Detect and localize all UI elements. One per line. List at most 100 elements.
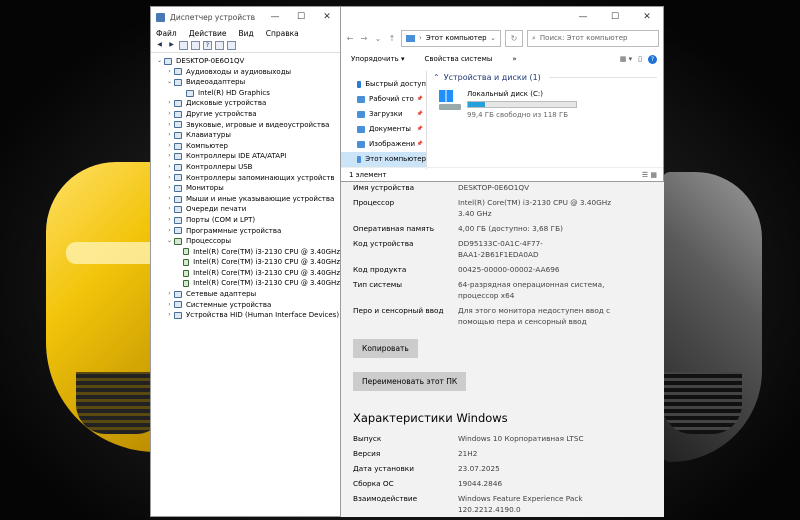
tree-node[interactable]: › Мониторы: [155, 183, 340, 194]
chevron-right-icon[interactable]: ›: [165, 226, 174, 237]
view-options-icon[interactable]: ▦ ▾: [620, 55, 632, 64]
chevron-right-icon[interactable]: ›: [165, 215, 174, 226]
details-icon[interactable]: [215, 41, 224, 50]
copy-button[interactable]: Копировать: [353, 339, 418, 358]
menu-action[interactable]: Действие: [189, 29, 227, 38]
chevron-right-icon[interactable]: ›: [165, 289, 174, 300]
spec-value: 21H2: [458, 449, 478, 458]
tree-node[interactable]: › Дисковые устройства: [155, 98, 340, 109]
chevron-down-icon[interactable]: ⌄: [155, 56, 164, 67]
devices-group-header[interactable]: ⌃ Устройства и диски (1): [433, 73, 657, 82]
search-input[interactable]: ⌕ Поиск: Этот компьютер: [527, 29, 659, 47]
refresh-icon[interactable]: ↻: [505, 29, 523, 47]
chevron-right-icon[interactable]: ›: [165, 173, 174, 184]
other-device-icon: [174, 110, 182, 118]
tree-node[interactable]: › Сетевые адаптеры: [155, 289, 340, 300]
chevron-right-icon[interactable]: ›: [165, 98, 174, 109]
tree-node[interactable]: Intel(R) HD Graphics: [155, 88, 340, 99]
help-icon[interactable]: ?: [203, 41, 212, 50]
chevron-down-icon[interactable]: ⌄: [490, 34, 496, 42]
chevron-right-icon[interactable]: ›: [165, 300, 174, 311]
tree-node[interactable]: ⌄ DESKTOP-0E6O1QV: [155, 56, 340, 67]
minimize-button[interactable]: —: [567, 12, 599, 22]
tree-node-label: Программные устройства: [186, 226, 282, 235]
tree-node[interactable]: › Компьютер: [155, 141, 340, 152]
close-button[interactable]: ✕: [631, 12, 663, 22]
maximize-button[interactable]: ☐: [599, 12, 631, 22]
tree-node[interactable]: › Контроллеры USB: [155, 162, 340, 173]
preview-pane-icon[interactable]: ▯: [638, 55, 642, 64]
chevron-right-icon[interactable]: ›: [165, 310, 174, 321]
forward-arrow-icon[interactable]: ▶: [167, 41, 176, 50]
tree-node[interactable]: › Порты (COM и LPT): [155, 215, 340, 226]
chevron-right-icon[interactable]: ›: [165, 67, 174, 78]
folder-icon: [357, 141, 365, 148]
monitor-scan-icon[interactable]: [227, 41, 236, 50]
chevron-right-icon[interactable]: ›: [165, 183, 174, 194]
tree-node[interactable]: › Аудиовходы и аудиовыходы: [155, 67, 340, 78]
back-arrow-icon[interactable]: ◀: [155, 41, 164, 50]
forward-arrow-icon[interactable]: →: [359, 34, 369, 43]
computer-icon: [174, 142, 182, 150]
chevron-right-icon[interactable]: ›: [165, 151, 174, 162]
tree-node[interactable]: › Системные устройства: [155, 300, 340, 311]
tree-node[interactable]: › Мыши и иные указывающие устройства: [155, 194, 340, 205]
tree-node-label: Клавиатуры: [186, 131, 231, 140]
address-bar[interactable]: › Этот компьютер ⌄: [401, 29, 501, 47]
view-toggle-icons[interactable]: ☰ ▦: [642, 171, 663, 179]
nav-item[interactable]: Документы 📌: [341, 122, 426, 137]
spec-key: Имя устройства: [353, 183, 415, 192]
tree-node[interactable]: › Контроллеры IDE ATA/ATAPI: [155, 151, 340, 162]
tree-view-icon[interactable]: [179, 41, 188, 50]
audio-icon: [174, 68, 182, 76]
chevron-right-icon[interactable]: ›: [165, 109, 174, 120]
minimize-button[interactable]: —: [262, 12, 288, 22]
tree-node[interactable]: › Контроллеры запоминающих устройств: [155, 173, 340, 184]
tree-node[interactable]: ⌄ Процессоры: [155, 236, 340, 247]
chevron-down-icon[interactable]: ⌄: [165, 77, 174, 88]
chevron-right-icon[interactable]: ›: [165, 194, 174, 205]
tree-node[interactable]: › Клавиатуры: [155, 130, 340, 141]
tree-node[interactable]: › Звуковые, игровые и видеоустройства: [155, 120, 340, 131]
properties-icon[interactable]: [191, 41, 200, 50]
help-icon[interactable]: ?: [648, 54, 657, 64]
chevron-right-icon[interactable]: ›: [165, 162, 174, 173]
nav-item[interactable]: Изображени 📌: [341, 137, 426, 152]
tree-node[interactable]: › Очереди печати: [155, 204, 340, 215]
tree-node[interactable]: Intel(R) Core(TM) i3-2130 CPU @ 3.40GHz: [155, 268, 340, 279]
rename-pc-button[interactable]: Переименовать этот ПК: [353, 372, 467, 391]
more-options-button[interactable]: »: [512, 55, 516, 63]
nav-item[interactable]: Этот компьютер: [341, 152, 426, 167]
chevron-right-icon[interactable]: ›: [165, 141, 174, 152]
up-arrow-icon[interactable]: ↑: [387, 34, 397, 43]
tree-node[interactable]: Intel(R) Core(TM) i3-2130 CPU @ 3.40GHz: [155, 257, 340, 268]
tree-node[interactable]: ⌄ Видеоадаптеры: [155, 77, 340, 88]
computer-icon: [164, 57, 172, 65]
tree-node-label: Аудиовходы и аудиовыходы: [186, 67, 292, 76]
menu-file[interactable]: Файл: [156, 29, 177, 38]
back-arrow-icon[interactable]: ←: [345, 34, 355, 43]
folder-icon: [357, 96, 365, 103]
close-button[interactable]: ✕: [314, 12, 340, 22]
chevron-right-icon[interactable]: ›: [165, 130, 174, 141]
system-properties-button[interactable]: Свойства системы: [425, 55, 493, 63]
nav-item[interactable]: Загрузки 📌: [341, 107, 426, 122]
tree-node[interactable]: › Устройства HID (Human Interface Devices…: [155, 310, 340, 321]
tree-node[interactable]: Intel(R) Core(TM) i3-2130 CPU @ 3.40GHz: [155, 247, 340, 258]
tree-node[interactable]: Intel(R) Core(TM) i3-2130 CPU @ 3.40GHz: [155, 278, 340, 289]
nav-item[interactable]: Быстрый доступ: [341, 77, 426, 92]
tree-node[interactable]: › Программные устройства: [155, 226, 340, 237]
chevron-down-icon[interactable]: ⌄: [165, 236, 174, 247]
organize-button[interactable]: Упорядочить ▾: [351, 55, 405, 63]
maximize-button[interactable]: ☐: [288, 12, 314, 22]
chevron-down-icon[interactable]: ⌄: [373, 34, 383, 43]
nav-item-label: Загрузки: [369, 110, 403, 118]
drive-item[interactable]: Локальный диск (C:) 99,4 ГБ свободно из …: [433, 90, 657, 119]
menu-view[interactable]: Вид: [238, 29, 253, 38]
nav-item[interactable]: Рабочий сто 📌: [341, 92, 426, 107]
chevron-right-icon[interactable]: ›: [165, 120, 174, 131]
chevron-right-icon[interactable]: ›: [165, 204, 174, 215]
nav-item-label: Рабочий сто: [369, 95, 414, 103]
menu-help[interactable]: Справка: [266, 29, 299, 38]
tree-node[interactable]: › Другие устройства: [155, 109, 340, 120]
